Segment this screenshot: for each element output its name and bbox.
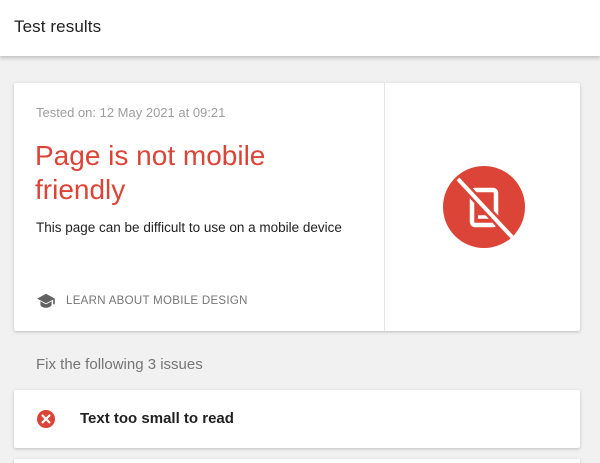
- next-issue-card-edge: [14, 459, 580, 463]
- not-mobile-friendly-icon: [443, 166, 525, 248]
- issues-heading: Fix the following 3 issues: [36, 356, 203, 373]
- verdict-heading: Page is not mobile friendly: [35, 140, 266, 205]
- result-summary: Tested on: 12 May 2021 at 09:21 Page is …: [14, 83, 384, 331]
- issue-label: Text too small to read: [80, 410, 234, 427]
- top-bar: Test results: [0, 0, 600, 56]
- verdict-description: This page can be difficult to use on a m…: [36, 220, 342, 235]
- result-card: Tested on: 12 May 2021 at 09:21 Page is …: [14, 83, 580, 331]
- error-icon: [37, 410, 55, 428]
- card-divider: [384, 83, 385, 331]
- graduation-cap-icon: [37, 293, 55, 308]
- learn-link-label: LEARN ABOUT MOBILE DESIGN: [66, 295, 248, 307]
- page-title: Test results: [14, 17, 102, 36]
- issue-item[interactable]: Text too small to read: [14, 390, 580, 448]
- page: Test results Tested on: 12 May 2021 at 0…: [0, 0, 600, 463]
- learn-about-mobile-design-link[interactable]: LEARN ABOUT MOBILE DESIGN: [36, 291, 248, 311]
- tested-on-timestamp: Tested on: 12 May 2021 at 09:21: [36, 105, 226, 120]
